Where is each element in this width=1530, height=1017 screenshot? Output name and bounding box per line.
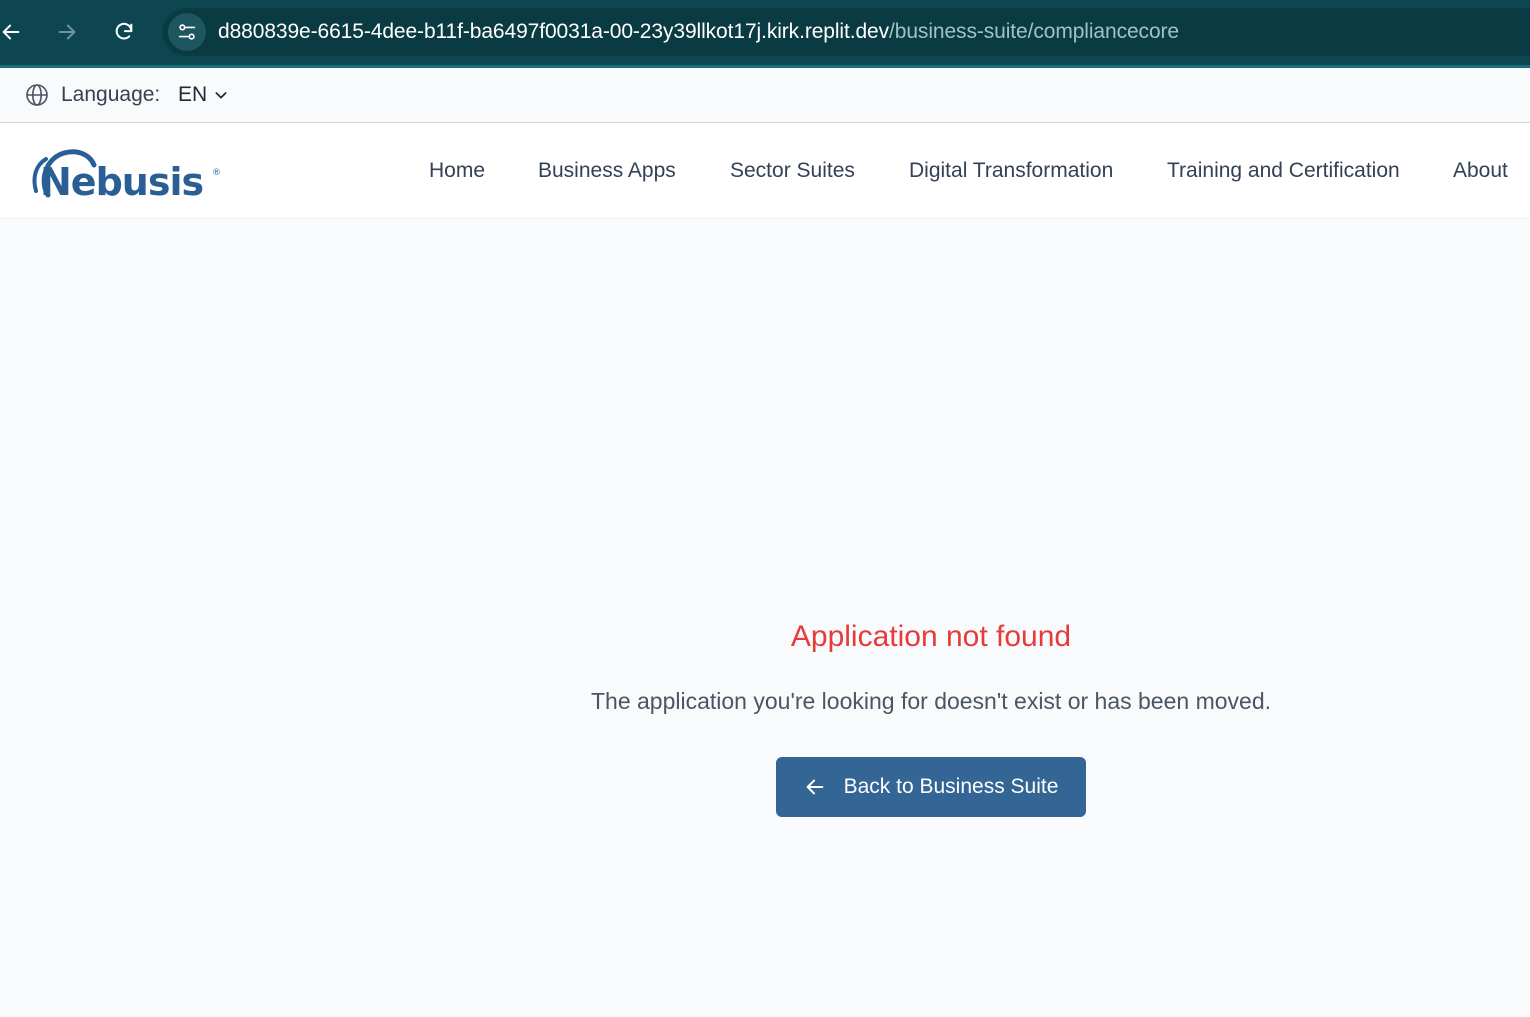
url-path: /business-suite/compliancecore xyxy=(889,20,1180,43)
nav-home[interactable]: Home xyxy=(429,159,485,183)
address-bar[interactable]: d880839e-6615-4dee-b11f-ba6497f0031a-00-… xyxy=(162,8,1530,56)
svg-text:®: ® xyxy=(212,168,221,178)
reload-icon[interactable] xyxy=(106,14,142,50)
error-message: The application you're looking for doesn… xyxy=(590,688,1272,714)
nav-business-apps[interactable]: Business Apps xyxy=(538,159,676,183)
nav-about[interactable]: About xyxy=(1453,159,1508,183)
back-button-label: Back to Business Suite xyxy=(843,775,1059,798)
browser-toolbar: d880839e-6615-4dee-b11f-ba6497f0031a-00-… xyxy=(0,0,1530,68)
chevron-down-icon xyxy=(215,92,227,99)
forward-arrow-icon[interactable] xyxy=(49,14,85,50)
nav-sector-suites[interactable]: Sector Suites xyxy=(730,159,855,183)
logo-text: Nebusis xyxy=(40,160,203,201)
back-arrow-icon[interactable] xyxy=(0,14,29,50)
url-host: d880839e-6615-4dee-b11f-ba6497f0031a-00-… xyxy=(218,20,890,43)
site-info-icon[interactable] xyxy=(168,13,206,51)
nav-training-certification[interactable]: Training and Certification xyxy=(1167,159,1400,183)
language-select[interactable]: EN xyxy=(178,83,229,107)
back-to-business-suite-button[interactable]: Back to Business Suite xyxy=(776,757,1086,817)
error-title: Application not found xyxy=(790,620,1072,653)
language-bar: Language: EN xyxy=(0,68,1530,123)
language-label: Language: xyxy=(61,83,161,106)
nebusis-logo[interactable]: Nebusis ® xyxy=(30,145,225,201)
arrow-left-icon xyxy=(806,779,823,795)
site-header: Nebusis ® Home Business Apps Sector Suit… xyxy=(0,123,1530,219)
language-selected: EN xyxy=(178,83,208,106)
nav-digital-transformation[interactable]: Digital Transformation xyxy=(909,159,1113,183)
globe-icon xyxy=(26,84,48,106)
url-text: d880839e-6615-4dee-b11f-ba6497f0031a-00-… xyxy=(218,20,1179,44)
